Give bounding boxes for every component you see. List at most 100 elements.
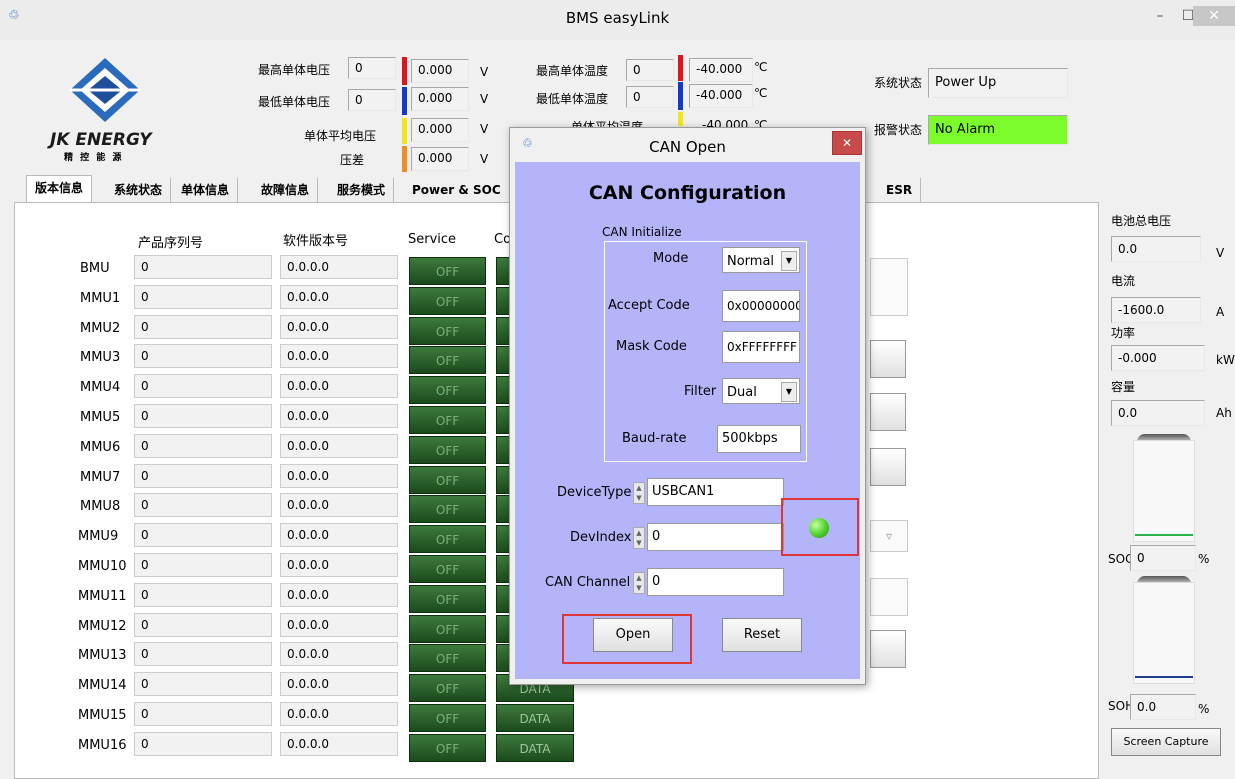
service-off-button[interactable]: OFF [409,734,486,762]
software-cell: 0.0.0.0 [280,493,398,517]
system-status-label: 系统状态 [874,76,923,90]
config-button[interactable] [496,585,510,613]
config-button[interactable] [496,615,510,643]
dev-index-label: DevIndex [570,530,632,545]
service-off-button[interactable]: OFF [409,555,486,583]
dev-index-spinner[interactable]: ▲ ▼ [633,527,645,549]
mode-select[interactable]: Normal ▼ [722,247,800,273]
serial-cell: 0 [134,374,272,398]
software-cell: 0.0.0.0 [280,344,398,368]
software-cell: 0.0.0.0 [280,434,398,458]
service-off-button[interactable]: OFF [409,257,486,285]
dev-index-input[interactable]: 0 [647,523,784,551]
service-off-button[interactable]: OFF [409,376,486,404]
voltage-diff-unit: V [480,152,489,166]
software-cell: 0.0.0.0 [280,523,398,547]
config-button[interactable] [496,555,510,583]
config-button[interactable] [496,644,510,672]
serial-cell: 0 [134,672,272,696]
service-off-button[interactable]: OFF [409,436,486,464]
side-button-4[interactable] [870,630,906,668]
row-label: MMU9 [78,529,119,544]
dialog-close-button[interactable]: ✕ [832,131,862,155]
voltage-diff-label: 压差 [340,153,365,167]
data-button[interactable]: DATA [496,734,574,762]
side-button-2[interactable] [870,393,906,431]
tab-system-status[interactable]: 系统状态 [106,178,172,202]
service-off-button[interactable]: OFF [409,495,486,523]
screen-capture-button[interactable]: Screen Capture [1111,728,1221,756]
service-off-button[interactable]: OFF [409,585,486,613]
mask-code-input[interactable]: 0xFFFFFFFF [722,331,800,363]
side-button-3[interactable] [870,448,906,486]
side-button-1[interactable] [870,340,906,378]
config-button[interactable] [496,257,510,285]
service-off-button[interactable]: OFF [409,466,486,494]
tab-version-info[interactable]: 版本信息 [26,175,93,204]
row-label: MMU1 [80,291,121,306]
close-button[interactable]: ✕ [1193,6,1235,26]
avg-temp-bar [678,112,683,126]
service-off-button[interactable]: OFF [409,704,486,732]
service-off-button[interactable]: OFF [409,317,486,345]
max-cell-voltage-index: 0 [348,57,396,79]
capacity-label: 容量 [1111,380,1136,394]
reset-button[interactable]: Reset [722,618,802,652]
min-voltage-bar [402,87,407,115]
software-cell: 0.0.0.0 [280,464,398,488]
config-button[interactable] [496,406,510,434]
accept-code-label: Accept Code [608,298,690,313]
tab-esr[interactable]: ESR [878,178,922,202]
can-channel-input[interactable]: 0 [647,568,784,596]
service-off-button[interactable]: OFF [409,615,486,643]
can-channel-spinner[interactable]: ▲ ▼ [633,572,645,594]
data-button[interactable]: DATA [496,704,574,732]
device-type-spinner[interactable]: ▲ ▼ [633,482,645,504]
row-label: MMU15 [78,708,127,723]
config-button[interactable] [496,525,510,553]
config-button[interactable] [496,466,510,494]
software-cell: 0.0.0.0 [280,583,398,607]
service-off-button[interactable]: OFF [409,346,486,374]
config-button[interactable] [496,436,510,464]
min-cell-temp-index: 0 [626,86,674,108]
filter-select[interactable]: Dual ▼ [722,378,800,404]
software-cell: 0.0.0.0 [280,255,398,279]
serial-cell: 0 [134,404,272,428]
service-off-button[interactable]: OFF [409,406,486,434]
config-button[interactable] [496,346,510,374]
dropdown-icon[interactable]: ▿ [870,520,908,552]
soh-unit: % [1198,702,1210,716]
tab-service-mode[interactable]: 服务模式 [329,178,395,202]
baud-rate-field[interactable]: 500kbps [717,425,801,453]
service-off-button[interactable]: OFF [409,287,486,315]
max-cell-temp-index: 0 [626,59,674,81]
tab-power-soc[interactable]: Power & SOC [404,178,510,202]
row-label: MMU7 [80,470,121,485]
row-label: BMU [80,261,110,276]
row-label: MMU8 [80,499,121,514]
can-configuration-heading: CAN Configuration [588,182,787,204]
serial-cell: 0 [134,702,272,726]
min-cell-temp-field: -40.000 [689,84,753,108]
alarm-status-field: No Alarm [928,115,1068,145]
service-off-button[interactable]: OFF [409,525,486,553]
can-open-dialog: ♲ CAN Open ✕ CAN Configuration CAN Initi… [509,127,866,685]
config-button[interactable] [496,317,510,345]
minimize-button[interactable]: – [1146,6,1174,26]
config-button[interactable] [496,495,510,523]
logo-mark-icon [70,58,140,122]
service-off-button[interactable]: OFF [409,644,486,672]
row-label: MMU14 [78,678,127,693]
config-button[interactable] [496,376,510,404]
service-off-button[interactable]: OFF [409,674,486,702]
device-type-input[interactable]: USBCAN1 [647,478,784,506]
device-type-label: DeviceType [557,485,632,500]
tab-cell-info[interactable]: 单体信息 [173,178,239,202]
tab-fault-info[interactable]: 故障信息 [253,178,319,202]
accept-code-input[interactable]: 0x00000000 [722,290,800,322]
total-voltage-label: 电池总电压 [1111,214,1172,228]
min-cell-voltage-index: 0 [348,89,396,111]
config-button[interactable] [496,287,510,315]
can-channel-label: CAN Channel [545,575,631,590]
